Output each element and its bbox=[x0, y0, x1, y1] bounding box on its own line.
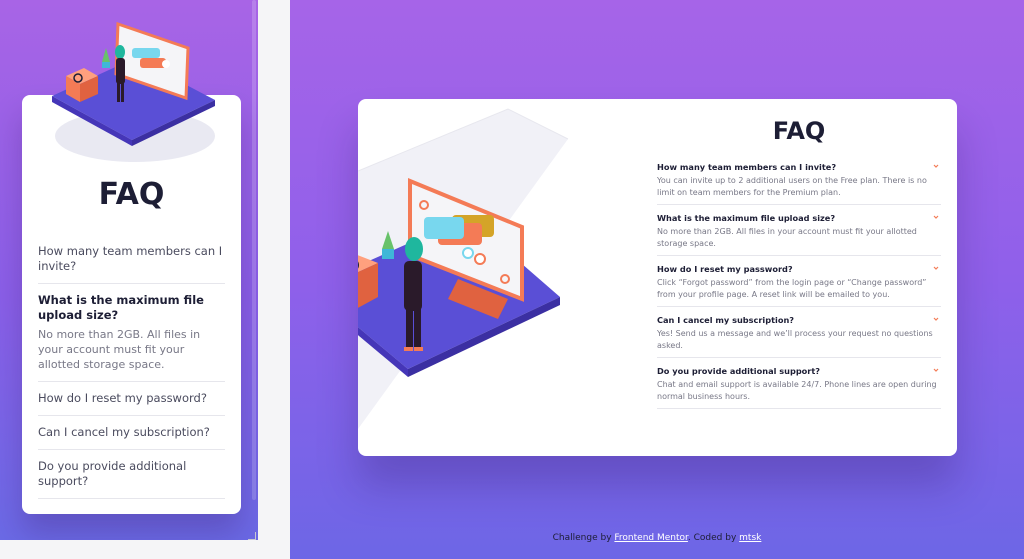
author-link[interactable]: mtsk bbox=[739, 533, 761, 543]
faq-question[interactable]: How do I reset my password? bbox=[657, 263, 941, 275]
mobile-faq-item[interactable]: How many team members can I invite? bbox=[38, 235, 225, 284]
mobile-faq-question[interactable]: How do I reset my password? bbox=[38, 391, 225, 406]
mobile-faq-list: How many team members can I invite? What… bbox=[38, 235, 225, 499]
desktop-faq-content: FAQ How many team members can I invite? … bbox=[657, 117, 941, 416]
mobile-faq-item[interactable]: Can I cancel my subscription? bbox=[38, 416, 225, 450]
chevron-down-icon[interactable] bbox=[933, 265, 939, 271]
resize-handle[interactable] bbox=[248, 532, 256, 540]
mobile-scrollbar[interactable] bbox=[252, 0, 256, 500]
faq-question[interactable]: Can I cancel my subscription? bbox=[657, 314, 941, 326]
faq-answer: No more than 2GB. All files in your acco… bbox=[657, 227, 917, 248]
faq-question[interactable]: Do you provide additional support? bbox=[657, 365, 941, 377]
chevron-down-icon[interactable] bbox=[933, 316, 939, 322]
faq-item[interactable]: How do I reset my password? Click “Forgo… bbox=[657, 263, 941, 307]
faq-answer: Click “Forgot password” from the login p… bbox=[657, 278, 927, 299]
chevron-down-icon[interactable] bbox=[933, 214, 939, 220]
mobile-faq-item-open[interactable]: What is the maximum file upload size? No… bbox=[38, 284, 225, 382]
faq-item[interactable]: Can I cancel my subscription? Yes! Send … bbox=[657, 314, 941, 358]
faq-item[interactable]: What is the maximum file upload size? No… bbox=[657, 212, 941, 256]
desktop-faq-card: FAQ How many team members can I invite? … bbox=[358, 99, 957, 456]
mobile-faq-question[interactable]: What is the maximum file upload size? bbox=[38, 293, 225, 323]
mobile-page-title: FAQ bbox=[98, 177, 165, 212]
frontend-mentor-link[interactable]: Frontend Mentor bbox=[614, 533, 688, 543]
faq-item[interactable]: How many team members can I invite? You … bbox=[657, 161, 941, 205]
mobile-faq-answer: No more than 2GB. All files in your acco… bbox=[38, 328, 201, 371]
mobile-faq-question[interactable]: Do you provide additional support? bbox=[38, 459, 225, 489]
attribution: Challenge by Frontend Mentor. Coded by m… bbox=[290, 533, 1024, 543]
woman-online-illustration bbox=[358, 178, 560, 377]
faq-question[interactable]: What is the maximum file upload size? bbox=[657, 212, 941, 224]
mobile-faq-item[interactable]: Do you provide additional support? bbox=[38, 450, 225, 499]
faq-answer: Yes! Send us a message and we’ll process… bbox=[657, 329, 933, 350]
faq-item[interactable]: Do you provide additional support? Chat … bbox=[657, 365, 941, 409]
mobile-faq-question[interactable]: Can I cancel my subscription? bbox=[38, 425, 225, 440]
faq-answer: You can invite up to 2 additional users … bbox=[657, 176, 927, 197]
page-title: FAQ bbox=[772, 117, 826, 145]
mobile-preview: FAQ How many team members can I invite? … bbox=[0, 0, 258, 540]
desktop-preview: FAQ How many team members can I invite? … bbox=[290, 0, 1024, 559]
woman-online-illustration bbox=[52, 21, 215, 162]
chevron-down-icon[interactable] bbox=[933, 367, 939, 373]
faq-question[interactable]: How many team members can I invite? bbox=[657, 161, 941, 173]
chevron-down-icon[interactable] bbox=[933, 163, 939, 169]
faq-answer: Chat and email support is available 24/7… bbox=[657, 380, 937, 401]
attribution-prefix: Challenge by bbox=[552, 533, 615, 543]
mobile-faq-item[interactable]: How do I reset my password? bbox=[38, 382, 225, 416]
mobile-faq-question[interactable]: How many team members can I invite? bbox=[38, 244, 225, 274]
attribution-middle: . Coded by bbox=[687, 533, 740, 543]
